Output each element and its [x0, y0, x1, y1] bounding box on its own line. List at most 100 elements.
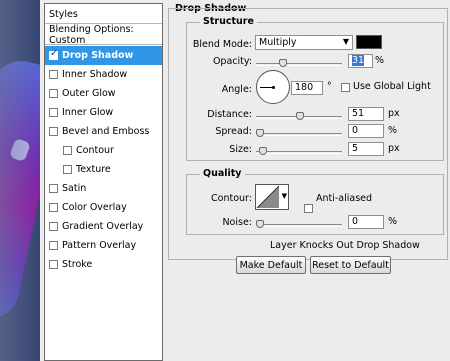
- noise-value: 0: [352, 216, 359, 227]
- spread-unit: %: [388, 125, 398, 136]
- styles-header[interactable]: Styles: [45, 5, 162, 24]
- size-unit: px: [388, 143, 400, 154]
- opacity-unit: %: [375, 55, 385, 66]
- style-item-checkbox[interactable]: [49, 48, 58, 60]
- noise-input[interactable]: 0: [348, 215, 384, 229]
- style-item-stroke[interactable]: Stroke: [45, 255, 162, 274]
- blending-options-item[interactable]: Blending Options: Custom: [45, 24, 162, 46]
- angle-input[interactable]: 180: [291, 81, 323, 95]
- style-item-checkbox[interactable]: [49, 241, 58, 250]
- dialog-edge-shade: [0, 0, 40, 361]
- styles-header-label: Styles: [49, 8, 78, 20]
- quality-legend: Quality: [200, 168, 245, 179]
- style-item-checkbox[interactable]: [63, 146, 72, 155]
- spread-label: Spread:: [215, 126, 252, 137]
- style-item-gradient-overlay[interactable]: Gradient Overlay: [45, 217, 162, 236]
- chevron-down-icon: ▼: [281, 192, 287, 200]
- style-item-bevel-and-emboss[interactable]: Bevel and Emboss: [45, 122, 162, 141]
- size-input[interactable]: 5: [348, 142, 384, 156]
- make-default-label: Make Default: [239, 259, 303, 271]
- style-item-label: Drop Shadow: [62, 50, 134, 61]
- angle-dial[interactable]: [256, 70, 290, 104]
- size-label: Size:: [229, 144, 252, 155]
- style-item-pattern-overlay[interactable]: Pattern Overlay: [45, 236, 162, 255]
- style-item-checkbox[interactable]: [49, 127, 58, 136]
- make-default-button[interactable]: Make Default: [236, 256, 306, 274]
- opacity-slider-track[interactable]: [256, 63, 342, 66]
- size-slider-thumb[interactable]: [259, 147, 267, 155]
- structure-legend: Structure: [200, 16, 257, 27]
- spread-input[interactable]: 0: [348, 124, 384, 138]
- size-value: 5: [352, 143, 359, 154]
- style-item-label: Satin: [62, 183, 87, 194]
- layer-knocks-out-label: Layer Knocks Out Drop Shadow: [270, 240, 420, 251]
- style-item-label: Pattern Overlay: [62, 240, 137, 251]
- style-item-label: Color Overlay: [62, 202, 127, 213]
- spread-slider-thumb[interactable]: [256, 129, 264, 137]
- spread-value: 0: [352, 125, 359, 136]
- noise-unit: %: [388, 216, 398, 227]
- use-global-light-label: Use Global Light: [353, 81, 431, 92]
- spread-slider-track[interactable]: [256, 133, 342, 136]
- style-item-label: Inner Glow: [62, 107, 114, 118]
- blend-mode-value: Multiply: [259, 37, 297, 48]
- style-item-label: Gradient Overlay: [62, 221, 144, 232]
- style-item-checkbox[interactable]: [49, 70, 58, 79]
- style-item-label: Texture: [76, 164, 111, 175]
- reset-to-default-button[interactable]: Reset to Default: [310, 256, 391, 274]
- style-item-checkbox[interactable]: [63, 165, 72, 174]
- style-item-checkbox[interactable]: [49, 108, 58, 117]
- distance-label: Distance:: [207, 109, 252, 120]
- opacity-label: Opacity:: [212, 56, 252, 67]
- style-item-checkbox[interactable]: [49, 89, 58, 98]
- quality-legend-wrap: Quality: [200, 168, 245, 179]
- contour-picker[interactable]: ▼: [255, 184, 289, 210]
- style-item-satin[interactable]: Satin: [45, 179, 162, 198]
- blending-options-label: Blending Options: Custom: [49, 24, 134, 46]
- style-item-drop-shadow[interactable]: Drop Shadow: [45, 46, 162, 65]
- contour-curve-icon: [256, 185, 280, 209]
- noise-slider-thumb[interactable]: [256, 220, 264, 228]
- distance-slider-thumb[interactable]: [296, 112, 304, 120]
- opacity-slider-thumb[interactable]: [278, 59, 287, 67]
- blend-mode-label: Blend Mode:: [192, 39, 252, 50]
- opacity-value: 31: [352, 55, 365, 66]
- canvas-backdrop: [0, 0, 40, 361]
- angle-dial-center: [272, 86, 275, 89]
- style-item-label: Stroke: [62, 259, 93, 270]
- distance-value: 51: [352, 108, 365, 119]
- style-item-inner-shadow[interactable]: Inner Shadow: [45, 65, 162, 84]
- noise-label: Noise:: [222, 217, 252, 228]
- opacity-input[interactable]: 31: [348, 54, 373, 68]
- angle-value: 180: [295, 82, 314, 93]
- style-item-checkbox[interactable]: [49, 222, 58, 231]
- style-item-inner-glow[interactable]: Inner Glow: [45, 103, 162, 122]
- style-item-label: Bevel and Emboss: [62, 126, 150, 137]
- style-item-checkbox[interactable]: [49, 184, 58, 193]
- style-item-label: Inner Shadow: [62, 69, 128, 80]
- style-item-outer-glow[interactable]: Outer Glow: [45, 84, 162, 103]
- structure-legend-wrap: Structure: [200, 16, 257, 27]
- use-global-light-checkbox[interactable]: [341, 83, 350, 92]
- contour-label: Contour:: [211, 193, 252, 204]
- style-item-color-overlay[interactable]: Color Overlay: [45, 198, 162, 217]
- distance-unit: px: [388, 108, 400, 119]
- chevron-down-icon: ▼: [342, 37, 349, 46]
- angle-unit: °: [327, 81, 332, 92]
- style-item-checkbox[interactable]: [49, 260, 58, 269]
- distance-input[interactable]: 51: [348, 107, 384, 121]
- angle-label: Angle:: [221, 84, 252, 95]
- noise-slider-track[interactable]: [256, 224, 342, 227]
- blend-mode-select[interactable]: Multiply ▼: [255, 35, 353, 50]
- size-slider-track[interactable]: [256, 151, 342, 154]
- style-item-texture[interactable]: Texture: [45, 160, 162, 179]
- style-item-checkbox[interactable]: [49, 203, 58, 212]
- anti-aliased-label: Anti-aliased: [316, 193, 373, 204]
- styles-list: Styles Blending Options: Custom Drop Sha…: [44, 3, 163, 361]
- reset-to-default-label: Reset to Default: [312, 259, 389, 271]
- style-item-label: Contour: [76, 145, 114, 156]
- style-item-contour[interactable]: Contour: [45, 141, 162, 160]
- shadow-color-swatch[interactable]: [356, 35, 382, 49]
- anti-aliased-checkbox[interactable]: [304, 204, 313, 213]
- style-item-label: Outer Glow: [62, 88, 116, 99]
